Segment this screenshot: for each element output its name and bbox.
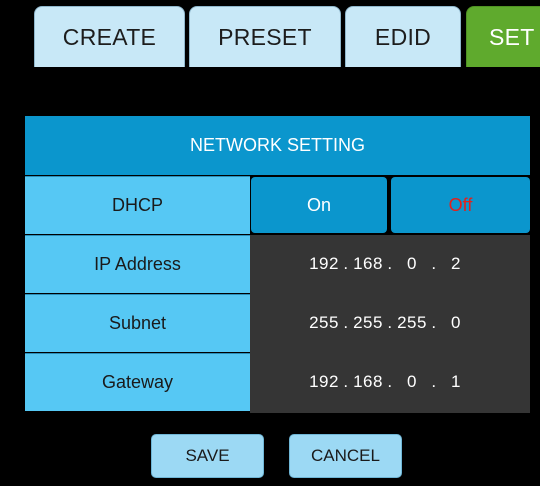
subnet-octet-3[interactable]: 255: [397, 313, 427, 333]
gateway-dot: .: [343, 372, 349, 391]
subnet-octet-4[interactable]: 0: [441, 313, 471, 333]
subnet-dot: .: [387, 313, 393, 332]
network-setting-screen: CREATE PRESET EDID SET NETWORK SETTING D…: [0, 0, 540, 486]
ip-octet-2[interactable]: 168: [353, 254, 383, 274]
gateway-dot: .: [387, 372, 393, 391]
ip-address-label: IP Address: [25, 235, 250, 293]
dhcp-off-button[interactable]: Off: [391, 177, 530, 233]
ip-octet-4[interactable]: 2: [441, 254, 471, 274]
tab-create[interactable]: CREATE: [34, 6, 185, 67]
subnet-octet-1[interactable]: 255: [309, 313, 339, 333]
subnet-value[interactable]: 255. 255. 255. 0: [250, 294, 530, 352]
dhcp-label: DHCP: [25, 176, 250, 234]
subnet-octet-2[interactable]: 255: [353, 313, 383, 333]
subnet-label: Subnet: [25, 294, 250, 352]
gateway-octet-3[interactable]: 0: [397, 372, 427, 392]
gateway-dot: .: [431, 372, 437, 391]
tab-preset[interactable]: PRESET: [189, 6, 341, 67]
subnet-dot: .: [343, 313, 349, 332]
gateway-label: Gateway: [25, 353, 250, 411]
ip-dot: .: [431, 254, 437, 273]
gateway-octet-2[interactable]: 168: [353, 372, 383, 392]
gateway-octet-4[interactable]: 1: [441, 372, 471, 392]
network-setting-header: NETWORK SETTING: [25, 116, 530, 175]
ip-dot: .: [343, 254, 349, 273]
tab-edid[interactable]: EDID: [345, 6, 461, 67]
cancel-button[interactable]: CANCEL: [289, 434, 402, 478]
dhcp-on-button[interactable]: On: [251, 177, 387, 233]
subnet-dot: .: [431, 313, 437, 332]
ip-address-value[interactable]: 192. 168. 0. 2: [250, 235, 530, 293]
save-button[interactable]: SAVE: [151, 434, 264, 478]
ip-octet-3[interactable]: 0: [397, 254, 427, 274]
gateway-value[interactable]: 192. 168. 0. 1: [250, 353, 530, 411]
ip-dot: .: [387, 254, 393, 273]
ip-octet-1[interactable]: 192: [309, 254, 339, 274]
tab-setting[interactable]: SET: [466, 6, 540, 67]
gateway-octet-1[interactable]: 192: [309, 372, 339, 392]
